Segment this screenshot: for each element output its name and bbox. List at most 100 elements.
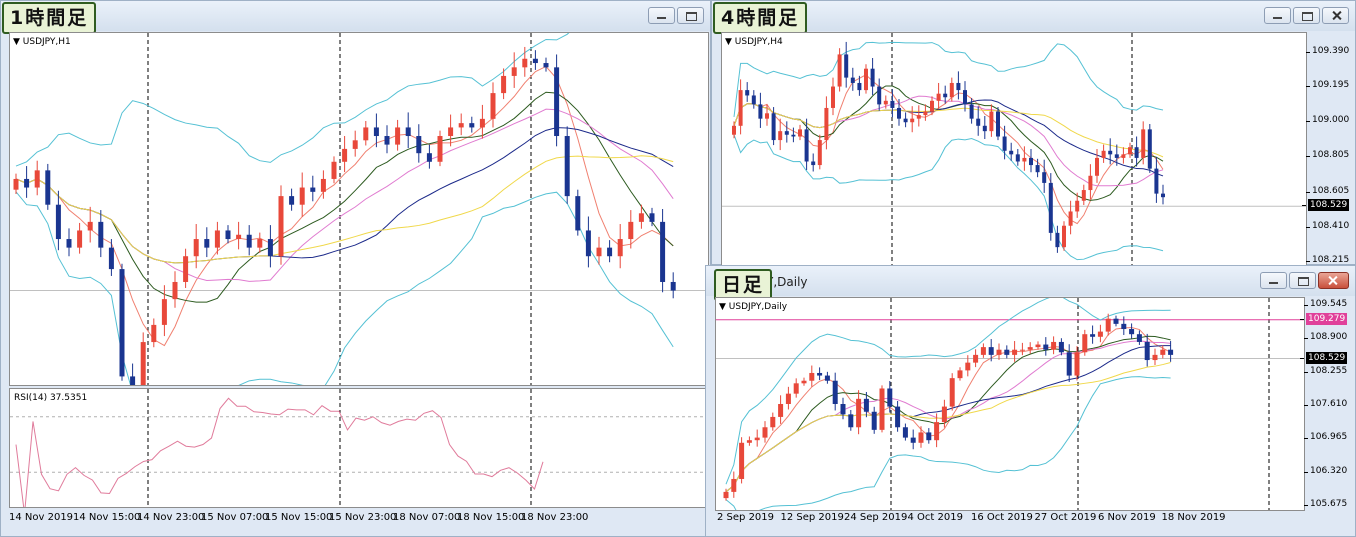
candle-body <box>363 127 369 141</box>
h4-main-panel[interactable]: ▼ USDJPY,H4 <box>721 32 1307 266</box>
candle-body <box>738 90 743 126</box>
candle-body <box>342 148 348 162</box>
candle-body <box>941 406 947 423</box>
price-axis-label: 107.610 <box>1303 399 1348 410</box>
h1-timeframe-badge: 1時間足 <box>2 2 97 34</box>
candle-body <box>416 136 422 154</box>
h4-close-button[interactable] <box>1322 7 1349 24</box>
dropdown-triangle-icon[interactable]: ▼ <box>13 37 20 47</box>
candle-body <box>299 187 305 205</box>
time-axis-label: 24 Sep 2019 <box>844 512 908 523</box>
candle-body <box>918 432 924 443</box>
candle-body <box>1058 341 1064 353</box>
candle-body <box>1075 200 1080 212</box>
candle-body <box>1035 165 1040 173</box>
candle-body <box>1088 175 1093 191</box>
h1-minimize-button[interactable] <box>648 7 675 24</box>
candle-body <box>448 127 454 137</box>
candle-body <box>1009 150 1014 155</box>
candle-body <box>856 398 862 428</box>
daily-chart-window[interactable]: Y,Daily 日足 ▼ USDJPY,Daily 109.545 108.900… <box>705 265 1356 537</box>
candle-body <box>879 388 885 430</box>
daily-close-button[interactable] <box>1318 272 1349 289</box>
daily-restore-button[interactable] <box>1289 272 1316 289</box>
h4-chart-window[interactable]: 4時間足 ▼ USDJPY,H4 109.390 109.195 109.000 10… <box>711 0 1356 266</box>
candle-body <box>871 411 877 430</box>
time-axis-label: 14 Nov 2019 <box>9 512 74 523</box>
candle-body <box>522 58 528 68</box>
candle-body <box>585 230 591 257</box>
candle-body <box>77 230 83 248</box>
candle-body <box>119 269 125 377</box>
candle-body <box>770 416 776 428</box>
time-axis-label: 2 Sep 2019 <box>717 512 775 523</box>
candle-body <box>373 127 379 137</box>
bollinger-lower-band <box>725 376 1171 510</box>
h4-titlebar[interactable] <box>712 1 1355 31</box>
candle-body <box>1062 225 1066 248</box>
daily-minimize-button[interactable] <box>1260 272 1287 289</box>
candle-body <box>1147 129 1152 169</box>
candle-body <box>670 281 676 291</box>
candle-body <box>1027 347 1033 350</box>
time-axis-label: 15 Nov 15:00 <box>265 512 333 523</box>
daily-main-panel[interactable]: ▼ USDJPY,Daily <box>715 297 1305 511</box>
h4-restore-button[interactable] <box>1293 7 1320 24</box>
candle-body <box>1134 147 1139 158</box>
h1-restore-button[interactable] <box>677 7 704 24</box>
candle-body <box>837 54 842 87</box>
h4-minimize-button[interactable] <box>1264 7 1291 24</box>
candle-body <box>310 187 316 192</box>
candle-body <box>1055 232 1060 248</box>
price-axis-label: 106.320 <box>1303 465 1348 476</box>
candle-body <box>628 221 634 240</box>
candle-body <box>1095 157 1099 176</box>
h1-candles-chart <box>10 33 708 385</box>
candle-body <box>976 118 981 126</box>
h1-rsi-panel[interactable]: RSI(14) 37.5351 <box>9 388 709 508</box>
candle-body <box>870 68 875 87</box>
dropdown-triangle-icon[interactable]: ▼ <box>719 302 726 312</box>
candle-body <box>1101 150 1106 158</box>
h4-timeframe-badge: 4時間足 <box>713 2 808 34</box>
candle-body <box>864 68 868 91</box>
candle-body <box>811 161 816 166</box>
candle-body <box>844 54 849 78</box>
candle-body <box>320 178 326 192</box>
candle-body <box>1074 352 1080 376</box>
daily-candles-chart <box>716 298 1304 510</box>
candle-body <box>949 82 954 98</box>
candle-body <box>1048 182 1053 233</box>
candle-body <box>554 67 560 137</box>
time-axis-label: 18 Nov 2019 <box>1161 512 1226 523</box>
bollinger-lower-band <box>15 191 674 385</box>
h4-candles-chart <box>722 33 1306 265</box>
time-axis-label: 15 Nov 07:00 <box>201 512 269 523</box>
h1-titlebar[interactable] <box>1 1 710 31</box>
time-axis-label: 15 Nov 23:00 <box>329 512 397 523</box>
h4-window-buttons <box>1264 7 1349 25</box>
candle-body <box>973 354 979 363</box>
candle-body <box>384 136 390 145</box>
dropdown-triangle-icon[interactable]: ▼ <box>725 37 732 47</box>
candle-body <box>660 221 666 282</box>
daily-price-axis: 109.545 108.900 108.255 107.610 106.965 106.3… <box>1299 297 1354 509</box>
candle-body <box>501 75 507 94</box>
candle-body <box>34 170 40 188</box>
candle-body <box>824 107 829 141</box>
candle-body <box>791 134 796 137</box>
candle-body <box>765 113 769 119</box>
price-axis-label: 108.215 <box>1305 255 1350 266</box>
candle-body <box>183 256 189 282</box>
candle-body <box>66 239 72 248</box>
candle-body <box>1160 349 1166 355</box>
candle-body <box>988 347 994 355</box>
candle-body <box>903 118 908 123</box>
candle-body <box>793 383 799 394</box>
h1-chart-window[interactable]: 1時間足 ▼ USDJPY,H1 RSI(14) 37.5351 14 Nov … <box>0 0 711 537</box>
candle-body <box>910 118 915 123</box>
candle-body <box>746 440 752 443</box>
time-axis-label: 18 Nov 23:00 <box>521 512 589 523</box>
h1-main-panel[interactable]: ▼ USDJPY,H1 <box>9 32 709 386</box>
candle-body <box>1136 334 1142 342</box>
